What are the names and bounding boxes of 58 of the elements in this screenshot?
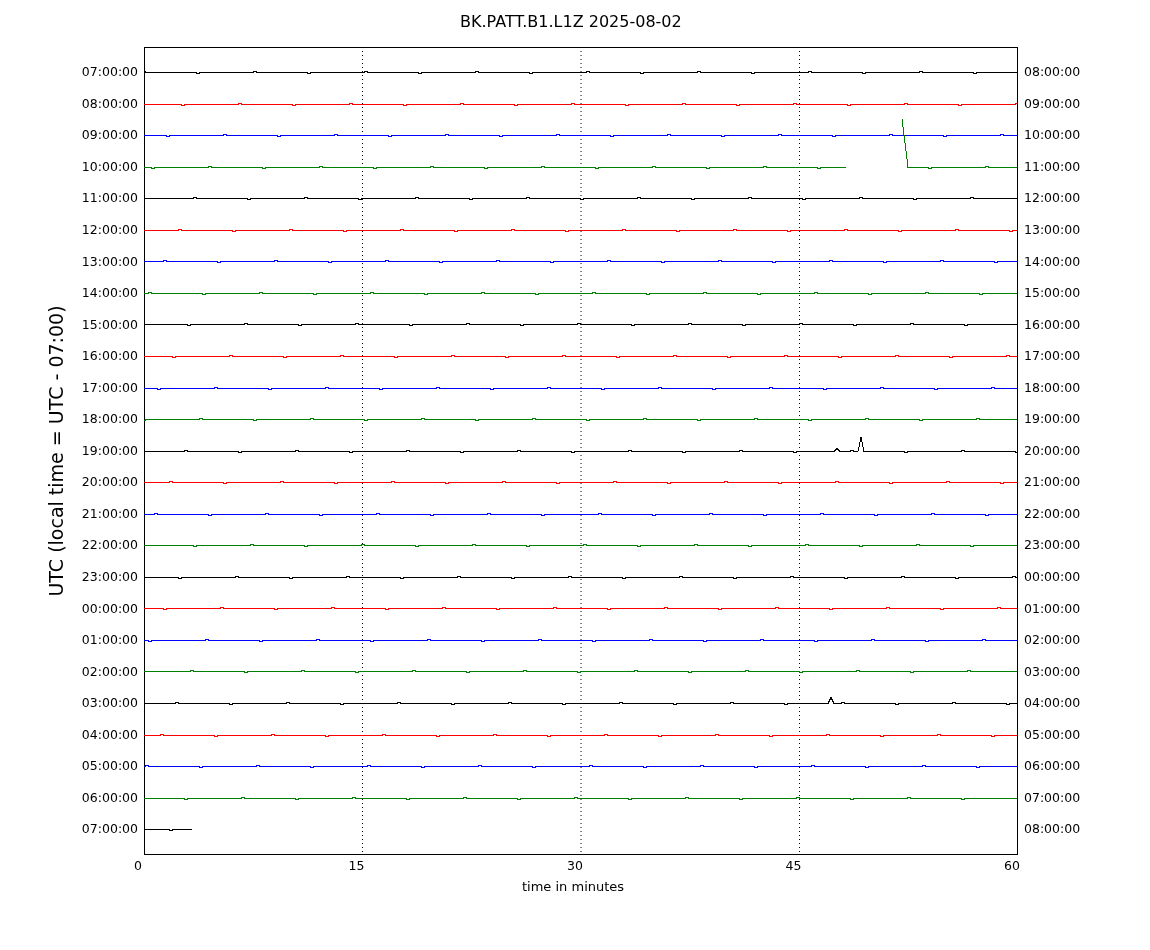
time-label: 22:00:00 <box>1024 504 1081 523</box>
time-label: 11:00:00 <box>81 189 138 208</box>
chart-title: BK.PATT.B1.L1Z 2025-08-02 <box>460 12 682 33</box>
time-label: 00:00:00 <box>81 599 138 618</box>
time-label: 08:00:00 <box>81 94 138 113</box>
time-label: 03:00:00 <box>81 694 138 713</box>
time-label: 10:00:00 <box>1024 126 1081 145</box>
time-label: 20:00:00 <box>1024 441 1081 460</box>
time-label: 07:00:00 <box>81 820 138 839</box>
x-tick-label: 60 <box>1003 858 1021 873</box>
time-label: 13:00:00 <box>81 252 138 271</box>
time-label: 08:00:00 <box>1024 63 1081 82</box>
time-label: 18:00:00 <box>1024 378 1081 397</box>
time-label: 16:00:00 <box>81 347 138 366</box>
time-label: 12:00:00 <box>81 220 138 239</box>
time-label: 05:00:00 <box>81 757 138 776</box>
time-label: 01:00:00 <box>1024 599 1081 618</box>
time-label: 21:00:00 <box>1024 473 1081 492</box>
time-label: 23:00:00 <box>1024 536 1081 555</box>
time-label: 07:00:00 <box>1024 788 1081 807</box>
x-tick-label: 45 <box>784 858 803 873</box>
y-axis-label: UTC (local time = UTC - 07:00) <box>45 305 67 597</box>
time-label: 10:00:00 <box>81 157 138 176</box>
time-label: 17:00:00 <box>1024 347 1081 366</box>
time-label: 00:00:00 <box>1024 567 1081 586</box>
time-label: 01:00:00 <box>81 631 138 650</box>
time-label: 22:00:00 <box>81 536 138 555</box>
time-label: 14:00:00 <box>81 284 138 303</box>
time-label: 11:00:00 <box>1024 157 1081 176</box>
x-axis-label: time in minutes <box>522 879 625 894</box>
time-label: 16:00:00 <box>1024 315 1081 334</box>
x-tick-label: 0 <box>133 858 143 873</box>
time-label: 09:00:00 <box>1024 94 1081 113</box>
time-label: 04:00:00 <box>1024 694 1081 713</box>
time-label: 23:00:00 <box>81 567 138 586</box>
x-tick-label: 30 <box>566 858 584 873</box>
time-label: 17:00:00 <box>81 378 138 397</box>
time-label: 09:00:00 <box>81 126 138 145</box>
time-label: 07:00:00 <box>81 63 138 82</box>
time-label: 06:00:00 <box>1024 757 1081 776</box>
time-label: 20:00:00 <box>81 473 138 492</box>
time-label: 15:00:00 <box>1024 284 1081 303</box>
time-label: 21:00:00 <box>81 504 138 523</box>
time-label: 05:00:00 <box>1024 725 1081 744</box>
time-label: 13:00:00 <box>1024 220 1081 239</box>
time-label: 06:00:00 <box>81 788 138 807</box>
time-label: 12:00:00 <box>1024 189 1081 208</box>
x-tick-label: 15 <box>347 858 366 873</box>
time-label: 02:00:00 <box>1024 631 1081 650</box>
time-label: 03:00:00 <box>1024 662 1081 681</box>
time-label: 02:00:00 <box>81 662 138 681</box>
time-label: 15:00:00 <box>81 315 138 334</box>
time-label: 19:00:00 <box>81 441 138 460</box>
time-label: 19:00:00 <box>1024 410 1081 429</box>
time-label: 14:00:00 <box>1024 252 1081 271</box>
time-label: 04:00:00 <box>81 725 138 744</box>
time-label: 08:00:00 <box>1024 820 1081 839</box>
time-label: 18:00:00 <box>81 410 138 429</box>
